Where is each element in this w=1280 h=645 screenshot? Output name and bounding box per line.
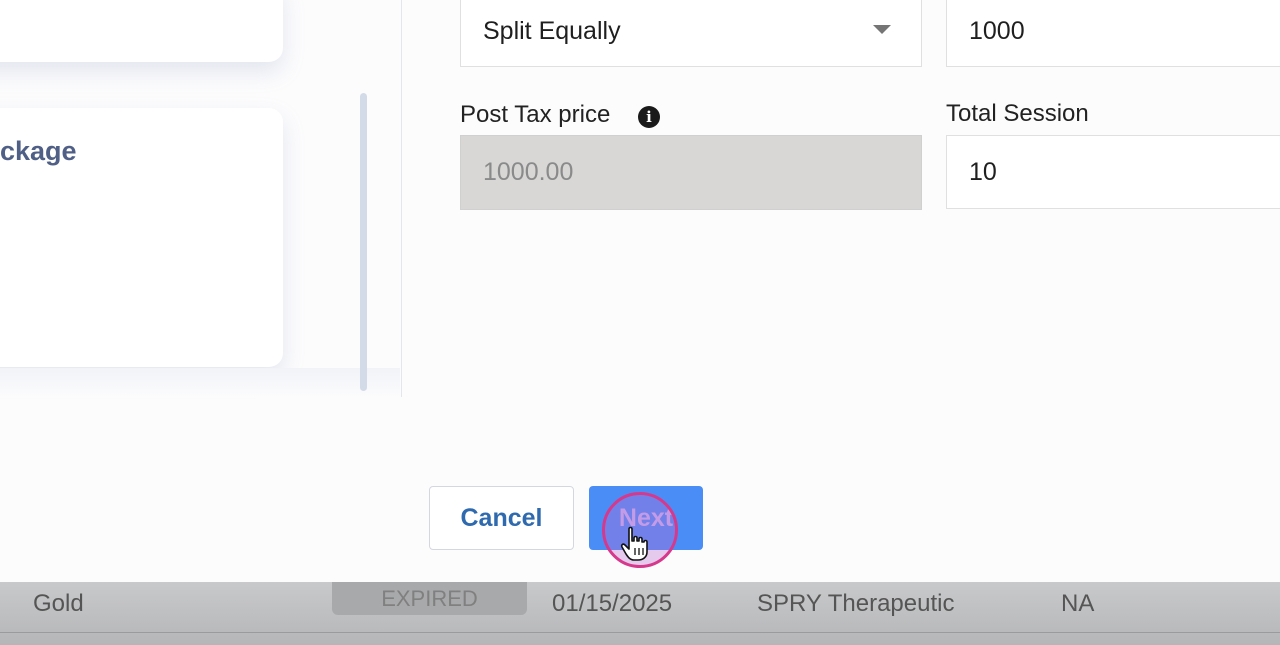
price-input-value: 1000 bbox=[969, 17, 1025, 45]
dropdown-caret-icon[interactable] bbox=[873, 25, 891, 34]
row-value: NA bbox=[1061, 590, 1095, 617]
package-card-title: ckage bbox=[0, 136, 77, 166]
status-badge: EXPIRED bbox=[332, 582, 527, 615]
total-session-input[interactable]: 10 bbox=[946, 135, 1280, 209]
price-input[interactable]: 1000 bbox=[946, 0, 1280, 67]
total-session-value: 10 bbox=[969, 157, 997, 186]
post-tax-price-label: Post Tax price bbox=[460, 101, 611, 128]
post-tax-price-value: 1000.00 bbox=[483, 158, 574, 186]
package-modal: ckage Split Equally 1000 Post Tax price … bbox=[0, 0, 1280, 582]
row-date: 01/15/2025 bbox=[552, 590, 673, 617]
table-row: EXPIRED Gold 01/15/2025 SPRY Therapeutic… bbox=[0, 582, 1280, 645]
left-panel-scrollbar[interactable] bbox=[360, 93, 367, 391]
left-panel-fade bbox=[0, 368, 400, 398]
info-icon[interactable]: i bbox=[638, 106, 660, 128]
post-tax-price-field: 1000.00 bbox=[460, 135, 922, 210]
row-package-name: Gold bbox=[33, 590, 84, 617]
hand-pointer-icon bbox=[620, 526, 648, 561]
panel-divider bbox=[401, 0, 402, 397]
row-divider bbox=[0, 632, 1280, 633]
cancel-button[interactable]: Cancel bbox=[429, 486, 574, 550]
total-session-label: Total Session bbox=[946, 100, 1089, 127]
package-option-card[interactable] bbox=[0, 0, 283, 62]
split-type-value: Split Equally bbox=[483, 17, 621, 45]
row-provider: SPRY Therapeutic bbox=[757, 590, 955, 617]
split-type-select[interactable]: Split Equally bbox=[460, 0, 922, 67]
